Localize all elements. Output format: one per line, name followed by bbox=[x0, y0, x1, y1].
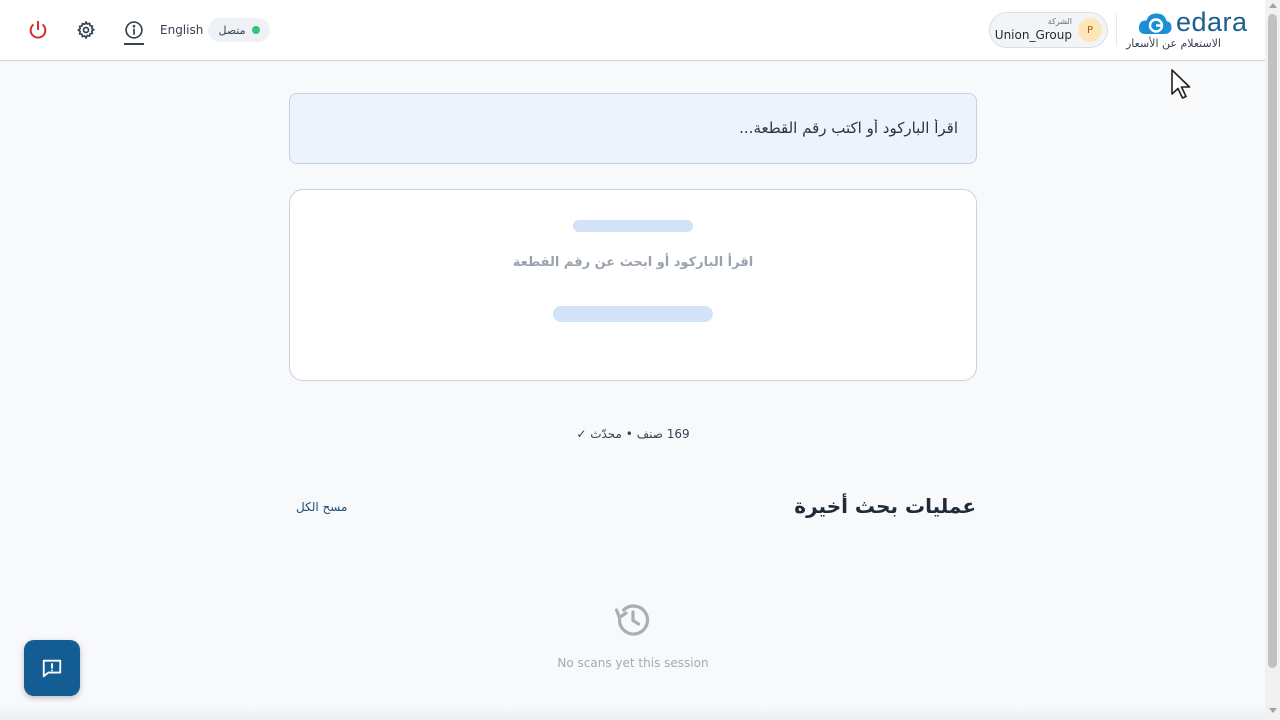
scroll-up-arrow-icon[interactable] bbox=[1269, 3, 1277, 8]
settings-button[interactable] bbox=[72, 17, 100, 43]
header-divider bbox=[1116, 14, 1117, 46]
barcode-search-field[interactable] bbox=[289, 93, 977, 164]
company-caption: الشركة bbox=[1047, 17, 1072, 26]
brand-subtitle: الاستعلام عن الأسعار bbox=[1126, 37, 1221, 50]
power-icon bbox=[29, 20, 47, 39]
company-selector[interactable]: الشركة Union_Group P bbox=[989, 12, 1108, 48]
scroll-down-arrow-icon[interactable] bbox=[1269, 708, 1277, 713]
history-icon bbox=[614, 604, 650, 636]
bottom-edge bbox=[0, 706, 1265, 720]
info-button[interactable] bbox=[121, 16, 147, 45]
mouse-cursor-icon bbox=[1171, 69, 1191, 99]
connection-status-badge: متصل bbox=[208, 18, 270, 42]
search-input[interactable] bbox=[308, 94, 958, 162]
company-name: Union_Group bbox=[994, 28, 1072, 42]
clear-all-link[interactable]: مسح الكل bbox=[296, 500, 347, 514]
status-label: متصل bbox=[218, 23, 246, 37]
avatar: P bbox=[1078, 18, 1102, 42]
gear-icon bbox=[76, 20, 96, 40]
brand-logo: edara الاستعلام عن الأسعار bbox=[1125, 7, 1255, 54]
brand-wordmark: edara bbox=[1176, 7, 1248, 37]
scrollbar-thumb[interactable] bbox=[1268, 14, 1277, 668]
language-toggle[interactable]: English bbox=[160, 20, 203, 40]
recent-searches-title: عمليات بحث أخيرة bbox=[794, 494, 976, 518]
feedback-button[interactable] bbox=[24, 640, 80, 696]
top-bar: English متصل الشركة Union_Group P edara … bbox=[0, 0, 1265, 61]
cloud-logo-icon bbox=[1138, 13, 1172, 34]
catalog-stats: 169 صنف • محدّث ✓ bbox=[576, 427, 690, 441]
result-hint: اقرأ الباركود أو ابحث عن رقم القطعة bbox=[512, 255, 754, 270]
skeleton-bar bbox=[553, 306, 713, 322]
page-scrollbar[interactable] bbox=[1265, 0, 1280, 720]
info-icon bbox=[125, 21, 143, 39]
chat-icon bbox=[42, 659, 62, 678]
skeleton-bar bbox=[573, 220, 693, 232]
logout-button[interactable] bbox=[24, 17, 52, 43]
result-card: اقرأ الباركود أو ابحث عن رقم القطعة bbox=[289, 189, 977, 381]
empty-state-text: No scans yet this session bbox=[557, 656, 709, 670]
status-dot-icon bbox=[251, 26, 260, 34]
